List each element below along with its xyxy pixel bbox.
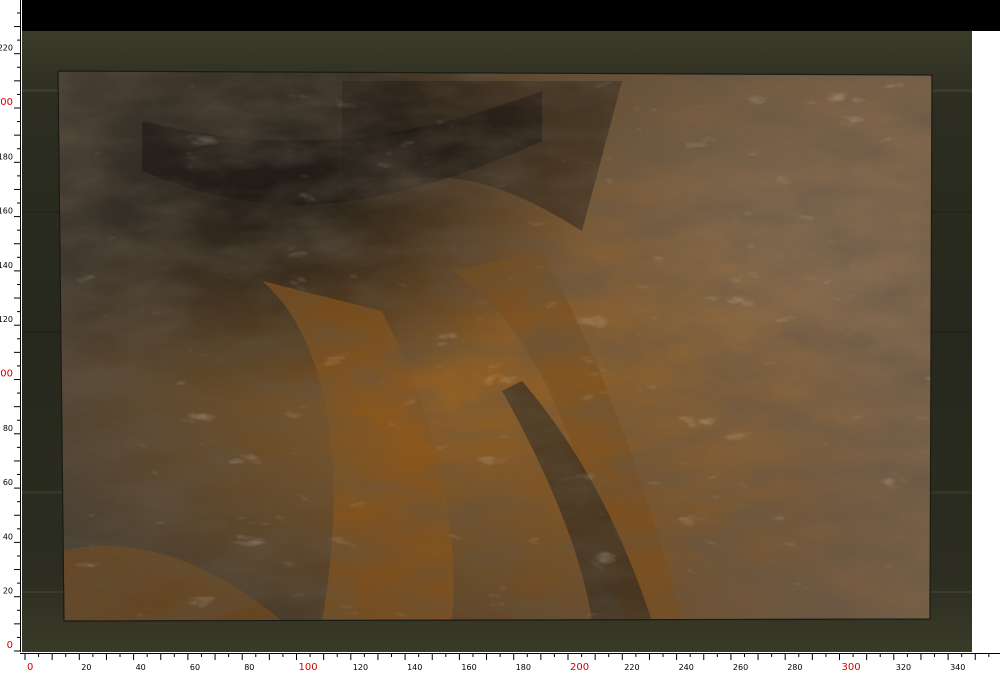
- horizontal-ruler-label: 260: [733, 663, 748, 672]
- horizontal-ruler-label: 160: [461, 663, 476, 672]
- vertical-ruler-label: 80: [3, 424, 13, 433]
- vertical-ruler-label: 120: [0, 315, 13, 324]
- horizontal-ruler-label: 0: [27, 662, 33, 673]
- horizontal-ruler-label: 200: [570, 662, 589, 673]
- vertical-ruler-label: 160: [0, 207, 13, 216]
- horizontal-ruler-label: 100: [299, 662, 318, 673]
- slab-scan-svg: [22, 31, 972, 653]
- vertical-ruler-label: 20: [3, 587, 13, 596]
- horizontal-ruler-label: 240: [679, 663, 694, 672]
- stone-slab: [58, 71, 932, 621]
- horizontal-ruler-label: 300: [842, 662, 861, 673]
- horizontal-ruler-label: 220: [624, 663, 639, 672]
- horizontal-ruler-svg: 0 20 40 60 80 100 120 140 160 180 200 220 240 260 280 3…: [20, 653, 1000, 673]
- slab-scan-area: [22, 31, 972, 653]
- vertical-ruler-label: 200: [0, 97, 13, 108]
- vertical-ruler-svg: 0 20 40 60 80 100 120 140 160 180 200 220: [0, 0, 21, 656]
- horizontal-ruler-label: 280: [787, 663, 802, 672]
- horizontal-ruler-label: 320: [896, 663, 911, 672]
- vertical-ruler-label: 60: [3, 478, 13, 487]
- horizontal-ruler-label: 120: [353, 663, 368, 672]
- horizontal-ruler-label: 180: [516, 663, 531, 672]
- vertical-ruler-label: 180: [0, 152, 13, 161]
- horizontal-ruler-label: 20: [81, 663, 91, 672]
- vertical-ruler-label: 40: [3, 532, 13, 541]
- vertical-ruler-label: 0: [7, 640, 13, 651]
- vertical-ruler: 0 20 40 60 80 100 120 140 160 180 200 220: [0, 0, 22, 676]
- horizontal-ruler-label: 340: [950, 663, 965, 672]
- horizontal-ruler-label: 60: [190, 663, 200, 672]
- top-black-band: [22, 0, 1000, 31]
- horizontal-ruler: 0 20 40 60 80 100 120 140 160 180 200 220 240 260 280 3…: [0, 652, 1000, 676]
- horizontal-ruler-label: 80: [244, 663, 254, 672]
- vertical-ruler-label: 220: [0, 44, 13, 53]
- slab-scan-stage: 0 20 40 60 80 100 120 140 160 180 200 220 0 20 40 60 80…: [0, 0, 1000, 676]
- horizontal-ruler-label: 140: [407, 663, 422, 672]
- vertical-ruler-label: 100: [0, 369, 13, 380]
- vertical-ruler-label: 140: [0, 261, 13, 270]
- horizontal-ruler-label: 40: [136, 663, 146, 672]
